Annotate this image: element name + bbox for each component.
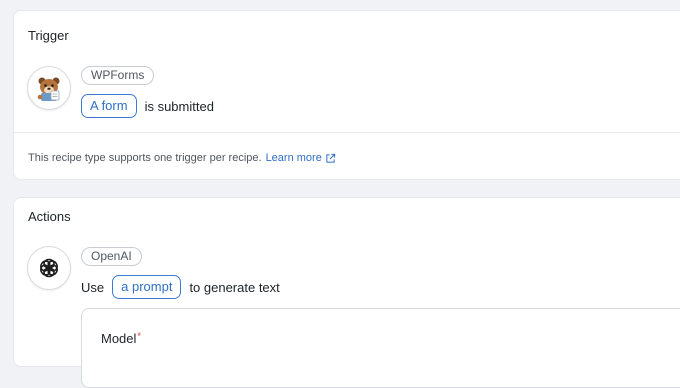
- divider: [14, 132, 680, 133]
- learn-more-label: Learn more: [265, 152, 322, 164]
- required-indicator: *: [137, 331, 141, 341]
- model-field-box: Model*: [81, 308, 680, 388]
- integration-pill-wpforms: WPForms: [81, 66, 155, 85]
- form-token-button[interactable]: A form: [81, 94, 137, 118]
- trigger-title: Trigger: [28, 28, 69, 43]
- wpforms-bear-icon: [27, 66, 71, 110]
- trigger-note-text: This recipe type supports one trigger pe…: [28, 152, 262, 164]
- model-label: Model*: [101, 331, 141, 346]
- action-suffix: to generate text: [189, 279, 280, 295]
- actions-panel: Actions OpenAI Use a prompt to generate …: [13, 197, 680, 388]
- trigger-suffix: is submitted: [144, 98, 214, 114]
- openai-logo-icon: [27, 246, 71, 290]
- action-lead: Use: [81, 279, 105, 295]
- actions-title: Actions: [28, 209, 71, 224]
- integration-pill-openai: OpenAI: [81, 247, 142, 266]
- trigger-sentence: A form is submitted: [81, 94, 222, 118]
- action-sentence: Use a prompt to generate text: [81, 275, 288, 299]
- model-label-text: Model: [101, 331, 137, 346]
- learn-more-link[interactable]: Learn more: [266, 152, 336, 164]
- prompt-token-button[interactable]: a prompt: [112, 275, 182, 299]
- trigger-panel: Trigger WPForms A form is submitted This…: [13, 10, 680, 180]
- external-link-icon: [325, 153, 336, 164]
- trigger-note: This recipe type supports one trigger pe…: [28, 152, 336, 164]
